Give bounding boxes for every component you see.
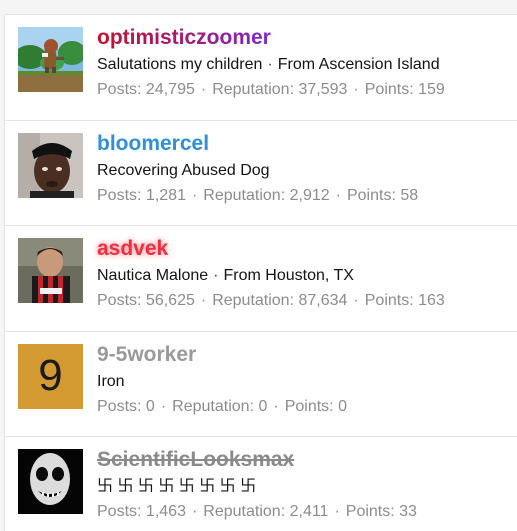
member-row: optimisticzoomer Salutations my children… bbox=[5, 15, 517, 121]
user-title: Salutations my children bbox=[97, 56, 263, 73]
user-blurb: 卐 卐 卐 卐 卐 卐 卐 卐 bbox=[97, 477, 511, 497]
separator: · bbox=[273, 397, 279, 415]
user-title: Nautica Malone bbox=[97, 267, 209, 284]
avatar[interactable] bbox=[18, 132, 83, 198]
separator: · bbox=[335, 186, 341, 204]
reputation-label: Reputation: bbox=[203, 186, 286, 204]
reputation-count: 37,593 bbox=[298, 81, 348, 98]
points-label: Points: bbox=[346, 186, 396, 204]
posts-count: 1,463 bbox=[145, 503, 186, 520]
user-title: Recovering Abused Dog bbox=[97, 161, 270, 179]
reputation-label: Reputation: bbox=[172, 397, 254, 415]
posts-label: Posts: bbox=[97, 292, 142, 309]
separator: · bbox=[191, 503, 198, 520]
reputation-label: Reputation: bbox=[203, 503, 286, 520]
points-count: 0 bbox=[338, 397, 347, 415]
avatar[interactable] bbox=[18, 449, 83, 514]
separator: · bbox=[334, 503, 340, 520]
user-stats: Posts: 24,795 · Reputation: 37,593 · Points:… bbox=[97, 80, 511, 100]
member-row: 9 9-5worker Iron Posts: 0 · Reputation: 0 ·… bbox=[5, 332, 517, 437]
avatar[interactable] bbox=[18, 27, 83, 92]
points-count: 163 bbox=[418, 292, 445, 309]
posts-count: 56,625 bbox=[145, 292, 195, 309]
user-blurb: Nautica Malone · From Houston, TX bbox=[97, 266, 511, 286]
member-row: asdvek Nautica Malone · From Houston, TX P… bbox=[5, 226, 517, 332]
user-location: From Ascension Island bbox=[277, 56, 440, 73]
posts-label: Posts: bbox=[97, 397, 142, 415]
points-label: Points: bbox=[284, 397, 334, 415]
member-info: optimisticzoomer Salutations my children… bbox=[97, 25, 511, 100]
reputation-label: Reputation: bbox=[212, 292, 295, 309]
points-count: 159 bbox=[418, 81, 445, 98]
posts-label: Posts: bbox=[97, 81, 142, 98]
username-link[interactable]: optimisticzoomer bbox=[97, 25, 511, 51]
member-info: ScientificLooksmax 卐 卐 卐 卐 卐 卐 卐 卐 Posts… bbox=[97, 447, 511, 522]
posts-count: 0 bbox=[145, 397, 155, 415]
member-row: ScientificLooksmax 卐 卐 卐 卐 卐 卐 卐 卐 Posts… bbox=[5, 437, 517, 531]
user-location: From Houston, TX bbox=[223, 267, 354, 284]
member-list: optimisticzoomer Salutations my children… bbox=[4, 14, 517, 531]
member-row: bloomercel Recovering Abused Dog Posts: … bbox=[5, 121, 517, 226]
user-stats: Posts: 1,281 · Reputation: 2,912 · Points: 5… bbox=[97, 186, 511, 206]
user-blurb: Iron bbox=[97, 372, 511, 392]
points-label: Points: bbox=[364, 292, 414, 309]
user-stats: Posts: 0 · Reputation: 0 · Points: 0 bbox=[97, 397, 511, 417]
points-label: Points: bbox=[364, 81, 414, 98]
separator: · bbox=[213, 267, 219, 284]
points-count: 58 bbox=[400, 186, 419, 204]
posts-label: Posts: bbox=[97, 503, 142, 520]
username-text: optimisticzoomer bbox=[97, 26, 271, 49]
username-link[interactable]: bloomercel bbox=[97, 131, 511, 157]
points-label: Points: bbox=[345, 503, 395, 520]
separator: · bbox=[200, 81, 207, 98]
member-info: asdvek Nautica Malone · From Houston, TX P… bbox=[97, 236, 511, 311]
reputation-count: 2,411 bbox=[289, 503, 329, 520]
avatar[interactable] bbox=[18, 238, 83, 303]
separator: · bbox=[200, 292, 207, 309]
separator: · bbox=[160, 397, 167, 415]
separator: · bbox=[353, 292, 359, 309]
posts-label: Posts: bbox=[97, 186, 142, 204]
user-title: Iron bbox=[97, 372, 125, 390]
member-info: 9-5worker Iron Posts: 0 · Reputation: 0 · Po… bbox=[97, 342, 511, 417]
user-blurb: Recovering Abused Dog bbox=[97, 161, 511, 181]
avatar[interactable]: 9 bbox=[18, 343, 83, 409]
reputation-count: 87,634 bbox=[298, 292, 348, 309]
username-link[interactable]: ScientificLooksmax bbox=[97, 447, 511, 473]
user-stats: Posts: 56,625 · Reputation: 87,634 · Points:… bbox=[97, 291, 511, 311]
separator: · bbox=[267, 56, 273, 73]
posts-count: 24,795 bbox=[145, 81, 195, 98]
reputation-count: 2,912 bbox=[289, 186, 330, 204]
user-blurb: Salutations my children · From Ascension I… bbox=[97, 55, 511, 75]
reputation-label: Reputation: bbox=[212, 81, 295, 98]
member-info: bloomercel Recovering Abused Dog Posts: … bbox=[97, 131, 511, 206]
user-title: 卐 卐 卐 卐 卐 卐 卐 卐 bbox=[97, 478, 257, 495]
separator: · bbox=[191, 186, 198, 204]
user-stats: Posts: 1,463 · Reputation: 2,411 · Points: 3… bbox=[97, 502, 511, 522]
username-link[interactable]: asdvek bbox=[97, 236, 511, 262]
separator: · bbox=[353, 81, 359, 98]
posts-count: 1,281 bbox=[145, 186, 186, 204]
username-link[interactable]: 9-5worker bbox=[97, 342, 511, 368]
points-count: 33 bbox=[399, 503, 417, 520]
